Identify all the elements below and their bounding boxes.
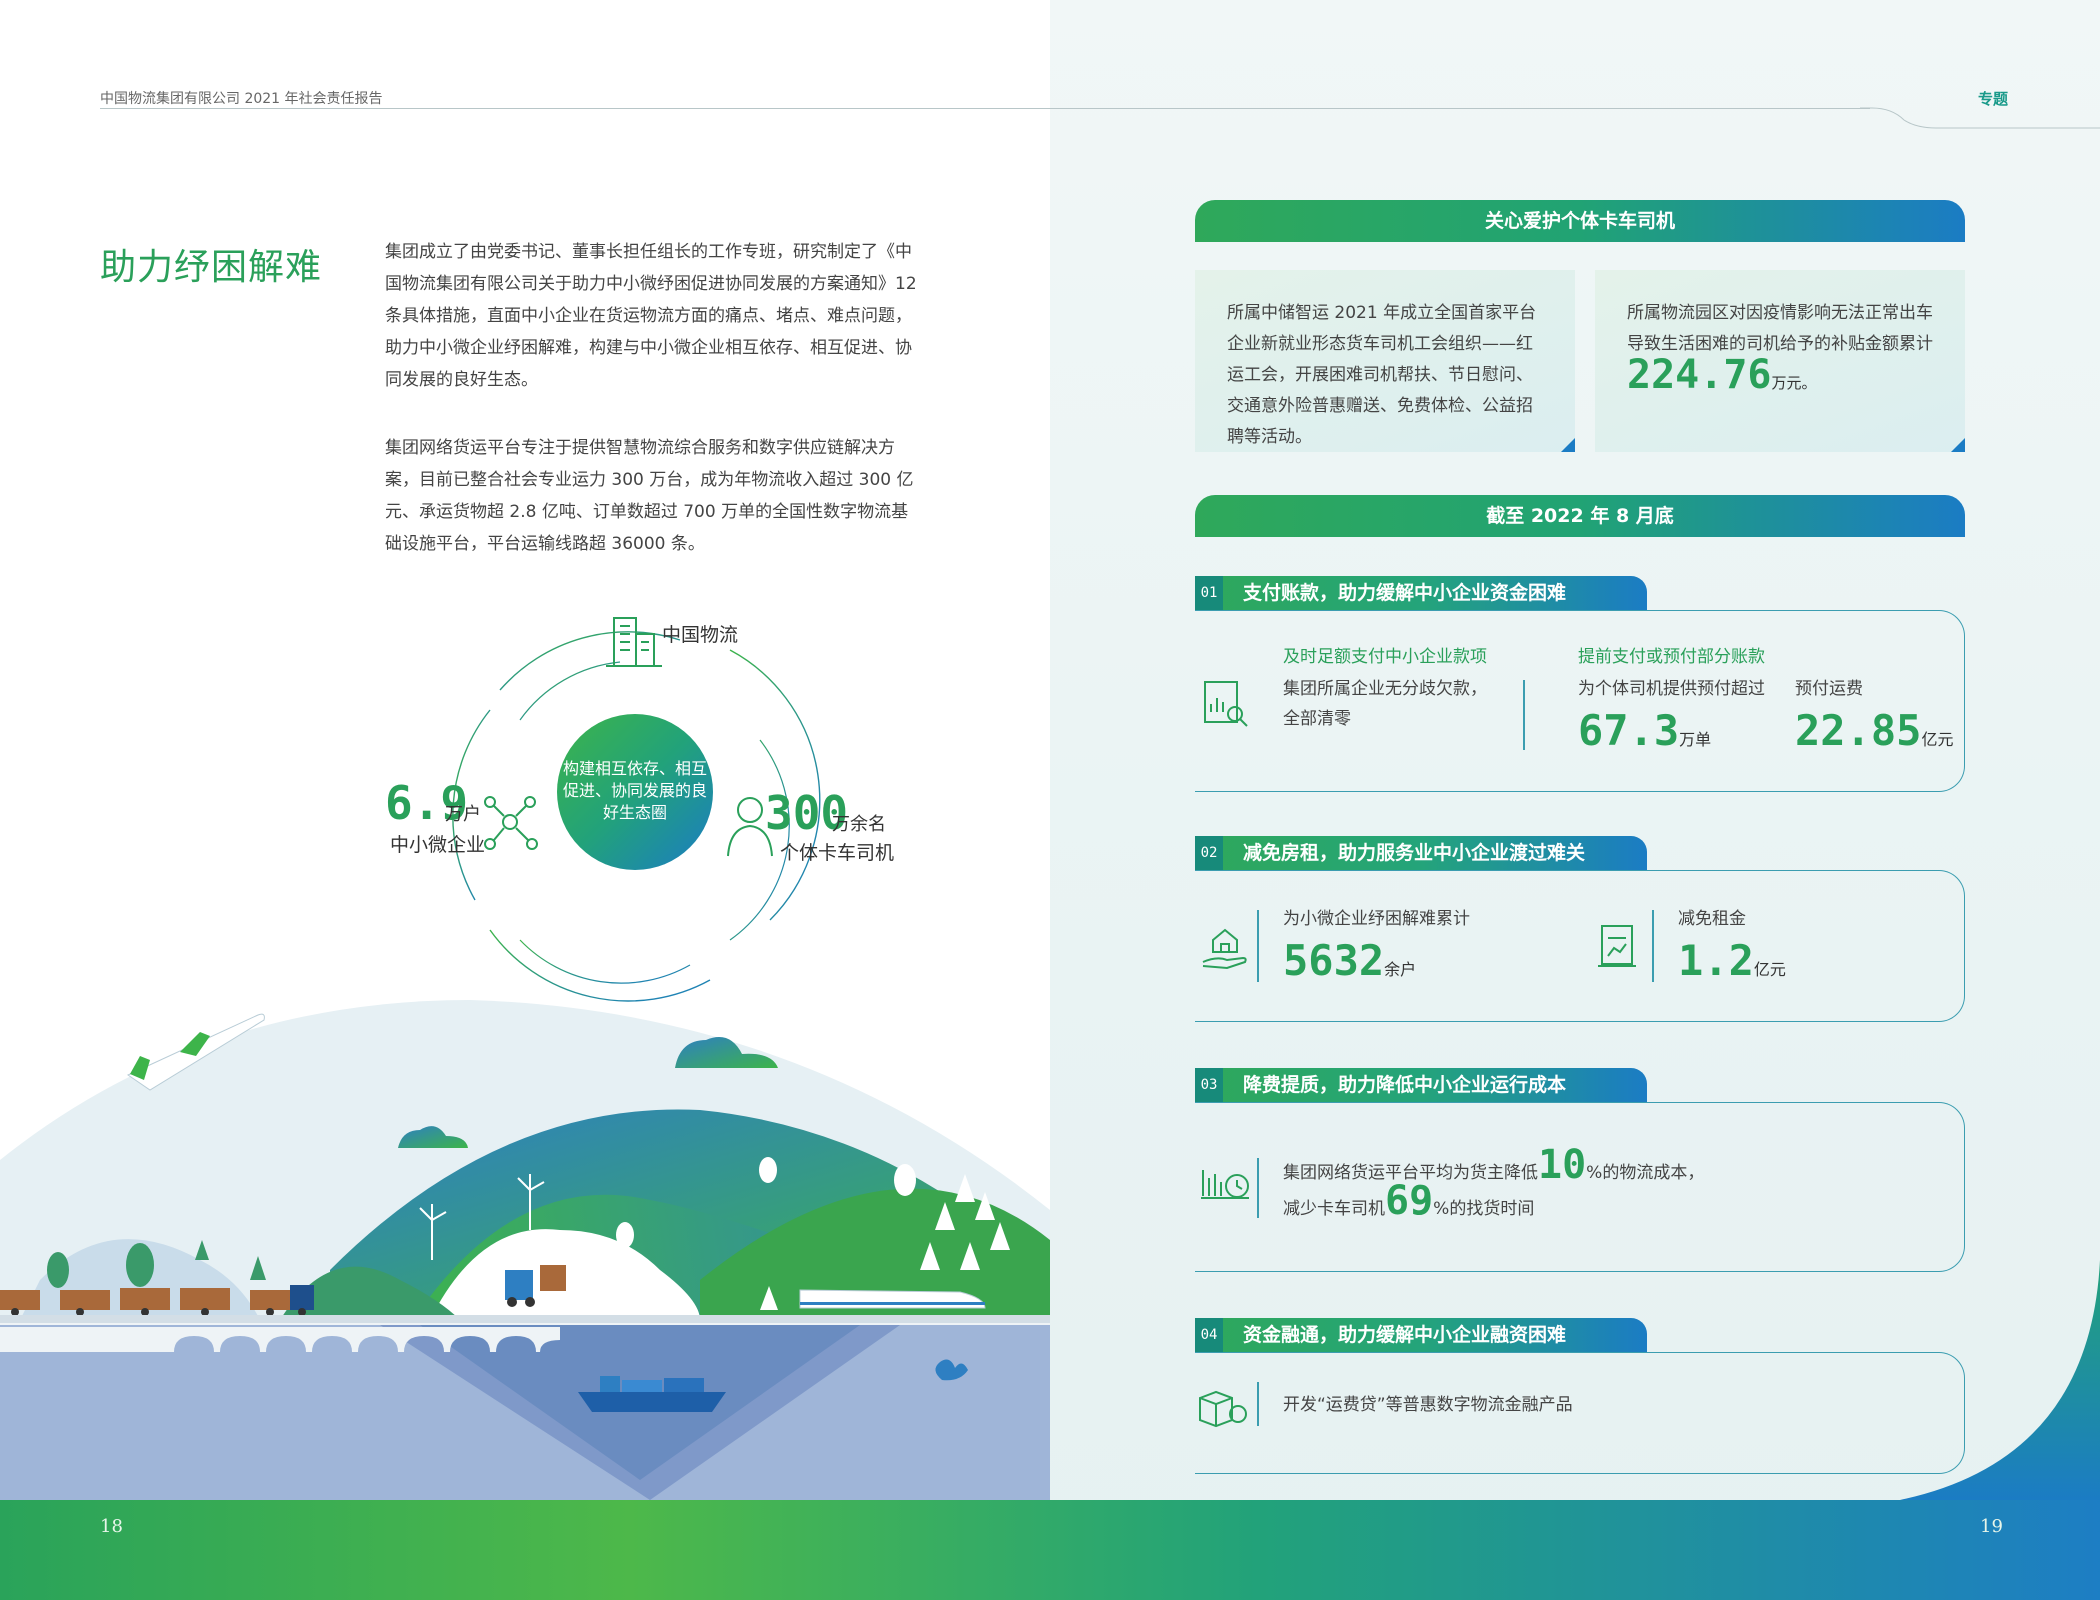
intro-paragraph: 集团成立了由党委书记、董事长担任组长的工作专班，研究制定了《中国物流集团有限公司…	[385, 242, 917, 390]
item-02-tab: 02 减免房租，助力服务业中小企业渡过难关	[1195, 836, 1647, 870]
platform-paragraph: 集团网络货运平台专注于提供智慧物流综合服务和数字供应链解决方案，目前已整合社会专…	[385, 438, 914, 554]
item-title: 减免房租，助力服务业中小企业渡过难关	[1243, 842, 1586, 864]
high-speed-train-icon	[799, 1289, 986, 1309]
building-icon	[606, 617, 662, 667]
box-corner-mark	[1951, 438, 1965, 452]
cost-chart-icon	[1201, 1170, 1249, 1199]
prepay-orders-label: 为个体司机提供预付超过	[1578, 679, 1765, 699]
item-title: 降费提质，助力降低中小企业运行成本	[1243, 1074, 1567, 1096]
sme-unit: 万户	[445, 804, 481, 825]
item-04-tab: 04 资金融通，助力缓解中小企业融资困难	[1195, 1318, 1647, 1352]
section-tag: 专题	[1978, 90, 2009, 108]
logistics-landscape-illustration	[0, 1000, 1050, 1500]
union-info-text: 所属中储智运 2021 年成立全国首家平台企业新就业形态货车司机工会组织——红运…	[1227, 303, 1537, 447]
page-number-left: 18	[100, 1516, 123, 1537]
item-01-tab: 01 支付账款，助力缓解中小企业资金困难	[1195, 576, 1647, 610]
divider	[1257, 1382, 1259, 1426]
banner-as-of-date: 截至 2022 年 8 月底	[1195, 495, 1965, 537]
subsidy-info-box: 所属物流园区对因疫情影响无法正常出车导致生活困难的司机给予的补贴金额累计 224…	[1595, 270, 1965, 452]
page-corner-wave	[1900, 1260, 2100, 1500]
sme-label: 中小微企业	[390, 834, 486, 856]
rent-reduction-label: 减免租金	[1678, 909, 1746, 929]
footer-bar	[0, 1500, 2100, 1600]
sme-relief-label: 为小微企业纾困解难累计	[1283, 909, 1470, 929]
top-node-label: 中国物流	[662, 624, 739, 646]
page-number-right: 19	[1980, 1516, 2003, 1537]
search-time-percent: 69	[1385, 1178, 1434, 1224]
report-title: 中国物流集团有限公司 2021 年社会责任报告	[100, 91, 383, 107]
box-corner-mark	[1561, 438, 1575, 452]
divider	[1257, 910, 1259, 982]
item-number: 02	[1195, 836, 1223, 870]
divider	[1257, 1158, 1259, 1218]
item-01-sub1-title: 及时足额支付中小企业款项	[1283, 647, 1487, 667]
item-01-sub1-text: 集团所属企业无分歧欠款，	[1283, 679, 1487, 699]
section-title: 助力纾困解难	[100, 247, 323, 288]
network-icon	[484, 796, 538, 850]
cost-reduction-line: 集团网络货运平台平均为货主降低10%的物流成本，	[1283, 1142, 1705, 1188]
banner-driver-care: 关心爱护个体卡车司机	[1195, 200, 1965, 242]
subsidy-amount: 224.76	[1627, 352, 1772, 398]
item-01-sub2-title: 提前支付或预付部分账款	[1578, 647, 1765, 667]
house-hand-icon	[1202, 928, 1247, 970]
center-text: 构建相互依存、相互促进、协同发展的良好生态圈	[562, 759, 707, 822]
divider	[1652, 910, 1654, 982]
rent-document-icon	[1598, 925, 1636, 967]
union-info-box: 所属中储智运 2021 年成立全国首家平台企业新就业形态货车司机工会组织——红运…	[1195, 270, 1575, 452]
divider	[1523, 680, 1525, 750]
item-number: 03	[1195, 1068, 1223, 1102]
subsidy-info-text: 所属物流园区对因疫情影响无法正常出车导致生活困难的司机给予的补贴金额累计	[1627, 303, 1933, 354]
item-title: 支付账款，助力缓解中小企业资金困难	[1243, 582, 1567, 604]
item-number: 01	[1195, 576, 1223, 610]
prepay-orders-value: 67.3万单	[1578, 706, 1712, 755]
rent-reduction-value: 1.2亿元	[1678, 936, 1786, 985]
cost-reduction-percent: 10	[1538, 1142, 1587, 1188]
finance-product-text: 开发“运费贷”等普惠数字物流金融产品	[1283, 1395, 1573, 1415]
subsidy-unit: 万元。	[1771, 374, 1817, 392]
search-time-line: 减少卡车司机69%的找货时间	[1283, 1178, 1535, 1224]
report-search-icon	[1204, 681, 1248, 727]
item-03-tab: 03 降费提质，助力降低中小企业运行成本	[1195, 1068, 1647, 1102]
item-title: 资金融通，助力缓解中小企业融资困难	[1243, 1324, 1567, 1346]
sme-relief-value: 5632余户	[1283, 936, 1417, 985]
prepay-freight-value: 22.85亿元	[1795, 706, 1954, 755]
prepay-freight-label: 预付运费	[1795, 679, 1863, 699]
driver-unit: 万余名	[832, 814, 886, 835]
item-01-sub1-text: 全部清零	[1283, 709, 1351, 729]
driver-label: 个体卡车司机	[780, 842, 895, 864]
item-number: 04	[1195, 1318, 1223, 1352]
report-spread: 中国物流集团有限公司 2021 年社会责任报告 专题 助力纾困解难 集团成立了由…	[0, 0, 2100, 1600]
finance-box-icon	[1199, 1390, 1247, 1428]
cargo-ship-icon	[578, 1376, 726, 1412]
header-rule	[100, 108, 1870, 109]
